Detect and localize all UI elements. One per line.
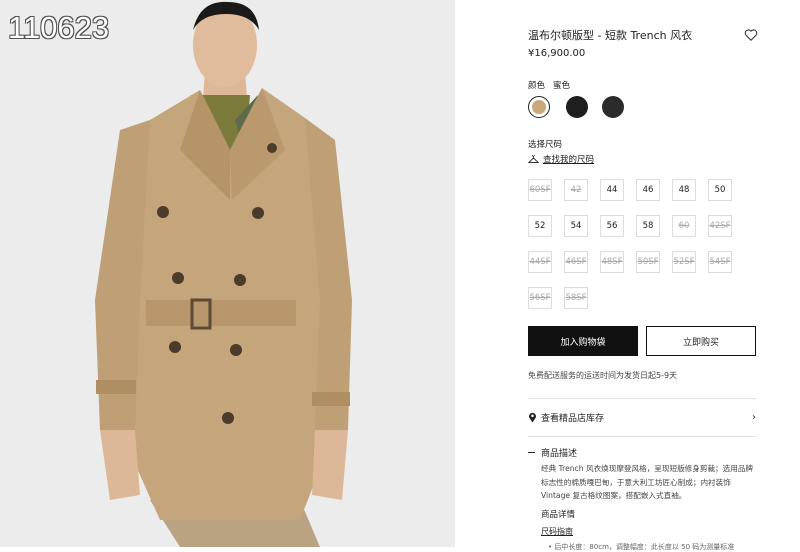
product-photo[interactable]: 110623 bbox=[0, 0, 455, 547]
size-option[interactable]: 60SF bbox=[528, 179, 552, 201]
divider bbox=[528, 436, 756, 437]
detail-bullet: • 后中长度：80cm，调整幅度：此长度以 50 码为测量标准 bbox=[548, 543, 735, 551]
size-option[interactable]: 42SF bbox=[708, 215, 732, 237]
swatch-color bbox=[602, 96, 624, 118]
color-label: 颜色 蜜色 bbox=[528, 79, 578, 91]
size-guide-text: 查找我的尺码 bbox=[543, 155, 595, 165]
buy-now-button[interactable]: 立即购买 bbox=[646, 326, 756, 356]
size-option[interactable]: 58 bbox=[636, 215, 660, 237]
description-heading: 商品描述 bbox=[541, 449, 578, 459]
size-option[interactable]: 46SF bbox=[564, 251, 588, 273]
size-option[interactable]: 50 bbox=[708, 179, 732, 201]
size-option[interactable]: 54 bbox=[564, 215, 588, 237]
model-in-trench-coat-image bbox=[0, 0, 455, 547]
size-option[interactable]: 48 bbox=[672, 179, 696, 201]
size-option[interactable]: 52SF bbox=[672, 251, 696, 273]
color-swatch-black[interactable] bbox=[566, 96, 588, 118]
color-swatch-honey[interactable] bbox=[528, 96, 550, 118]
store-availability-row[interactable]: 查看精品店库存 › bbox=[528, 411, 756, 424]
description-body: 经典 Trench 风衣焕现摩登风格，呈现短版修身剪裁；选用品牌标志性的棉质嘎巴… bbox=[541, 464, 754, 500]
color-swatch-dark-grey[interactable] bbox=[602, 96, 624, 118]
size-option[interactable]: 54SF bbox=[708, 251, 732, 273]
size-option[interactable]: 58SF bbox=[564, 287, 588, 309]
product-title: 温布尔顿版型 - 短款 Trench 风衣 bbox=[528, 29, 693, 42]
size-option[interactable]: 42 bbox=[564, 179, 588, 201]
details-heading: 商品详情 bbox=[541, 510, 576, 520]
store-label: 查看精品店库存 bbox=[541, 414, 605, 424]
size-option[interactable]: 50SF bbox=[636, 251, 660, 273]
size-option[interactable]: 44 bbox=[600, 179, 624, 201]
size-guide-link[interactable]: 查找我的尺码 bbox=[528, 153, 594, 165]
size-option[interactable]: 48SF bbox=[600, 251, 624, 273]
swatch-color bbox=[566, 96, 588, 118]
swatch-color bbox=[532, 100, 546, 114]
size-option[interactable]: 56 bbox=[600, 215, 624, 237]
location-pin-icon bbox=[529, 412, 536, 423]
size-option[interactable]: 46 bbox=[636, 179, 660, 201]
image-watermark: 110623 bbox=[8, 10, 110, 45]
size-guide-detail-link[interactable]: 尺码指南 bbox=[541, 526, 573, 537]
add-to-bag-button[interactable]: 加入购物袋 bbox=[528, 326, 638, 356]
heart-icon[interactable] bbox=[744, 28, 758, 42]
color-value: 蜜色 bbox=[553, 81, 571, 91]
description-toggle[interactable]: 商品描述 bbox=[528, 446, 577, 459]
size-option[interactable]: 56SF bbox=[528, 287, 552, 309]
size-option[interactable]: 60 bbox=[672, 215, 696, 237]
minus-icon bbox=[528, 452, 535, 453]
hanger-icon bbox=[528, 154, 539, 163]
shipping-note: 免费配送服务的运送时间为发货日起5-9天 bbox=[528, 371, 678, 380]
chevron-right-icon: › bbox=[752, 412, 756, 423]
size-option[interactable]: 52 bbox=[528, 215, 552, 237]
product-price: ¥16,900.00 bbox=[528, 48, 586, 59]
size-option[interactable]: 44SF bbox=[528, 251, 552, 273]
size-label: 选择尺码 bbox=[528, 140, 563, 150]
color-label-text: 颜色 bbox=[528, 81, 546, 91]
divider bbox=[528, 398, 756, 399]
